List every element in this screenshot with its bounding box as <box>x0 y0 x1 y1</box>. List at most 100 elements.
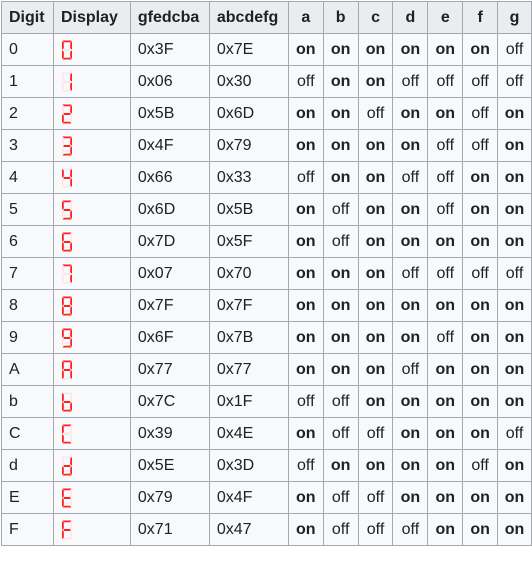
segment-d <box>62 409 72 411</box>
segment-g-cell: on <box>497 97 532 130</box>
segment-f-cell: off <box>462 65 499 98</box>
segment-b-cell: on <box>322 353 359 386</box>
segment-f-cell: on <box>462 513 499 546</box>
segment-e-cell: on <box>427 385 464 418</box>
seven-segment-icon <box>61 72 72 91</box>
header-abcdefg: abcdefg <box>208 1 289 34</box>
segment-e <box>61 529 64 539</box>
gfedcba-cell: 0x7D <box>129 225 210 258</box>
display-cell <box>52 449 131 482</box>
segment-a <box>62 296 72 298</box>
display-cell <box>52 97 131 130</box>
segment-b <box>70 264 72 274</box>
segment-f <box>61 520 64 530</box>
segment-g <box>62 272 71 275</box>
segment-b-cell: on <box>322 33 359 66</box>
segment-d-cell: off <box>392 65 429 98</box>
segment-a-cell: on <box>287 97 324 130</box>
display-cell <box>52 33 131 66</box>
display-cell <box>52 481 131 514</box>
segment-c-cell: off <box>357 481 394 514</box>
segment-c <box>70 401 72 411</box>
segment-a-cell: on <box>287 289 324 322</box>
digit-cell: C <box>1 417 54 450</box>
segment-d <box>62 57 72 59</box>
segment-a-cell: on <box>287 225 324 258</box>
segment-g <box>62 208 71 211</box>
segment-a <box>62 40 72 42</box>
segment-a-cell: on <box>287 417 324 450</box>
segment-d <box>62 505 72 507</box>
segment-a <box>62 232 72 234</box>
segment-e <box>61 209 64 219</box>
segment-f-cell: on <box>462 417 499 450</box>
segment-a <box>62 488 72 490</box>
segment-f-cell: off <box>462 449 499 482</box>
segment-g-cell: on <box>497 225 532 258</box>
segment-a-cell: off <box>287 385 324 418</box>
segment-b-cell: on <box>322 289 359 322</box>
segment-b <box>70 296 72 306</box>
segment-g-cell: off <box>497 257 532 290</box>
segment-f-cell: on <box>462 161 499 194</box>
segment-e-cell: on <box>427 417 464 450</box>
gfedcba-cell: 0x6F <box>129 321 210 354</box>
display-cell <box>52 513 131 546</box>
digit-cell: F <box>1 513 54 546</box>
segment-e-cell: on <box>427 225 464 258</box>
segment-c <box>70 177 72 187</box>
display-cell <box>52 321 131 354</box>
abcdefg-cell: 0x4E <box>208 417 289 450</box>
segment-g-cell: off <box>497 33 532 66</box>
segment-d-cell: on <box>392 129 429 162</box>
segment-b <box>70 456 72 466</box>
segment-d <box>62 185 72 187</box>
digit-cell: d <box>1 449 54 482</box>
segment-d <box>62 153 72 155</box>
header-segment-b: b <box>322 1 359 34</box>
segment-b-cell: on <box>322 97 359 130</box>
segment-b-cell: off <box>322 481 359 514</box>
segment-f <box>61 328 64 338</box>
abcdefg-cell: 0x47 <box>208 513 289 546</box>
segment-c <box>70 369 72 379</box>
segment-a <box>62 104 72 106</box>
segment-e <box>61 81 64 91</box>
segment-a-cell: on <box>287 33 324 66</box>
seven-segment-icon <box>61 40 72 59</box>
segment-f <box>61 296 64 306</box>
segment-d <box>62 345 72 347</box>
segment-g-cell: on <box>497 481 532 514</box>
segment-b-cell: on <box>322 161 359 194</box>
segment-f-cell: on <box>462 385 499 418</box>
segment-e <box>61 273 64 283</box>
seven-segment-icon <box>61 200 72 219</box>
segment-g <box>62 144 71 147</box>
digit-cell: 2 <box>1 97 54 130</box>
table-row: 0 0x3F 0x7E on on on on on on off <box>1 33 532 66</box>
segment-g <box>62 368 71 371</box>
segment-g <box>62 112 71 115</box>
segment-a <box>62 424 72 426</box>
digit-cell: 1 <box>1 65 54 98</box>
segment-g <box>62 400 71 403</box>
segment-e <box>61 305 64 315</box>
segment-e <box>61 465 64 475</box>
seven-segment-icon <box>61 136 72 155</box>
digit-cell: 9 <box>1 321 54 354</box>
segment-g-cell: on <box>497 449 532 482</box>
table-body: 0 0x3F 0x7E on on on on on on off 1 0x06 0x30 off on on… <box>1 33 532 546</box>
gfedcba-cell: 0x77 <box>129 353 210 386</box>
seven-segment-icon <box>61 296 72 315</box>
segment-d-cell: on <box>392 193 429 226</box>
abcdefg-cell: 0x3D <box>208 449 289 482</box>
segment-b <box>70 360 72 370</box>
table-row: E 0x79 0x4F on off off on on on on <box>1 481 532 514</box>
segment-c-cell: on <box>357 449 394 482</box>
segment-e <box>61 145 64 155</box>
segment-c <box>70 145 72 155</box>
display-cell <box>52 353 131 386</box>
gfedcba-cell: 0x66 <box>129 161 210 194</box>
segment-f <box>61 392 64 402</box>
segment-c-cell: on <box>357 385 394 418</box>
